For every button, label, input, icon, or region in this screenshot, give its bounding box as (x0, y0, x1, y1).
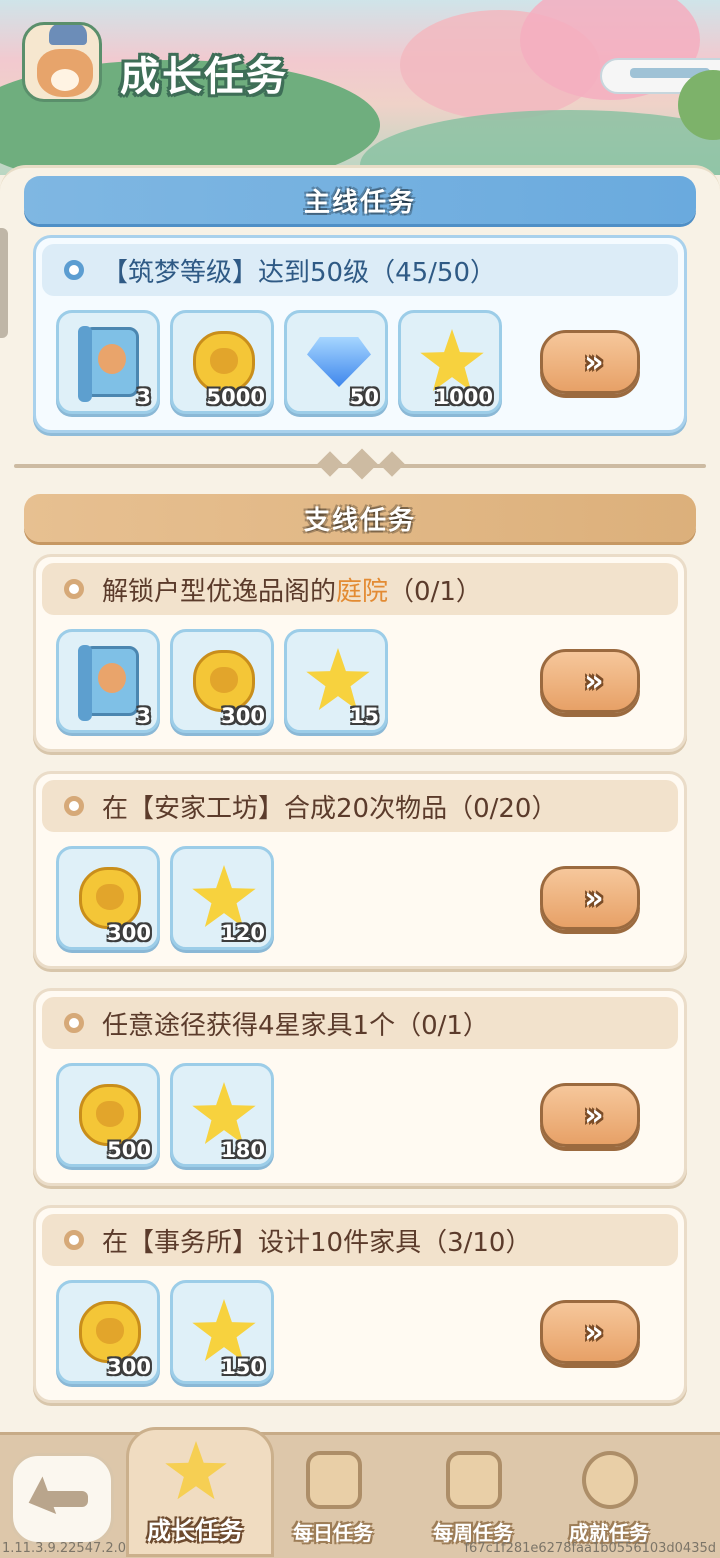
tab-growth-tasks[interactable]: 成长任务 (130, 1441, 260, 1555)
task-title: 在【事务所】设计10件家具（3/10） (102, 1227, 532, 1258)
reward-item[interactable]: 500 (56, 1063, 160, 1167)
diamond-icon (307, 337, 371, 387)
reward-item[interactable]: 5000 (170, 310, 274, 414)
daily-calendar-icon (306, 1451, 362, 1509)
task-title: 在【安家工坊】合成20次物品（0/20） (102, 793, 558, 824)
main-task-banner: 主线任务 (24, 176, 696, 224)
avatar (22, 22, 102, 102)
reward-amount: 3 (136, 385, 151, 409)
star-trophy-icon (165, 1441, 227, 1500)
task-progress: （0/1） (388, 576, 482, 607)
reward-item[interactable]: 3 (56, 629, 160, 733)
cat-coin-icon (79, 1301, 141, 1363)
task-title-bar: 解锁户型优逸品阁的庭院（0/1） (42, 563, 678, 615)
reward-list: 3 5000 50 1000 (56, 310, 502, 414)
back-arrow-icon (36, 1491, 88, 1507)
go-button[interactable]: » (540, 330, 640, 394)
reward-list: 500 180 (56, 1063, 274, 1167)
task-title: 【筑梦等级】达到50级（45/50） (102, 257, 497, 288)
tab-weekly-tasks[interactable]: 每周任务 (408, 1445, 538, 1555)
reward-item[interactable]: 180 (170, 1063, 274, 1167)
achievement-house-icon (582, 1451, 638, 1509)
section-divider (14, 448, 706, 480)
reward-amount: 300 (107, 921, 151, 945)
bullet-icon (64, 260, 84, 280)
cat-coin-icon (193, 331, 255, 393)
task-title-bar: 【筑梦等级】达到50级（45/50） (42, 244, 678, 296)
task-title-bar: 在【事务所】设计10件家具（3/10） (42, 1214, 678, 1266)
reward-amount: 150 (221, 1355, 265, 1379)
hat-icon (49, 25, 87, 45)
build-hash: f67c1f281e6278faa1b0556103d0435d (464, 1541, 716, 1556)
blueprint-book-icon (78, 326, 139, 402)
reward-amount: 50 (349, 385, 379, 409)
side-task-card: 在【事务所】设计10件家具（3/10） 300 150 » (33, 1205, 687, 1403)
bullet-icon (64, 1013, 84, 1033)
bullet-icon (64, 579, 84, 599)
side-task-card: 任意途径获得4星家具1个（0/1） 500 180 » (33, 988, 687, 1186)
task-title: 解锁户型优逸品阁的庭院（0/1） (102, 571, 482, 608)
reward-amount: 500 (107, 1138, 151, 1162)
side-task-card: 在【安家工坊】合成20次物品（0/20） 300 120 » (33, 771, 687, 969)
reward-item[interactable]: 50 (284, 310, 388, 414)
tab-achievement-tasks[interactable]: 成就任务 (544, 1445, 674, 1555)
reward-item[interactable]: 1000 (398, 310, 502, 414)
chevron-right-icon: » (584, 344, 604, 380)
reward-amount: 180 (221, 1138, 265, 1162)
reward-amount: 120 (221, 921, 265, 945)
reward-item[interactable]: 120 (170, 846, 274, 950)
task-title-text: 解锁户型优逸品阁的 (102, 576, 337, 607)
go-button[interactable]: » (540, 866, 640, 930)
cat-coin-icon (79, 1084, 141, 1146)
reward-list: 3 300 15 (56, 629, 388, 733)
reward-item[interactable]: 300 (56, 1280, 160, 1384)
main-task-banner-label: 主线任务 (303, 187, 416, 218)
go-button[interactable]: » (540, 1300, 640, 1364)
side-task-banner-label: 支线任务 (303, 505, 416, 536)
bullet-icon (64, 1230, 84, 1250)
reward-amount: 3 (136, 704, 151, 728)
reward-amount: 1000 (434, 385, 493, 409)
reward-amount: 300 (107, 1355, 151, 1379)
chevron-right-icon: » (584, 1097, 604, 1133)
reward-amount: 15 (349, 704, 379, 728)
version-label: 1.11.3.9.22547.2.0 (2, 1541, 127, 1556)
back-button[interactable] (10, 1453, 114, 1545)
bullet-icon (64, 796, 84, 816)
weekly-calendar-icon (446, 1451, 502, 1509)
page-title: 成长任务 (120, 54, 288, 100)
go-button[interactable]: » (540, 649, 640, 713)
side-task-card: 解锁户型优逸品阁的庭院（0/1） 3 300 15 » (33, 554, 687, 752)
go-button[interactable]: » (540, 1083, 640, 1147)
chevron-right-icon: » (584, 1314, 604, 1350)
task-title-bar: 在【安家工坊】合成20次物品（0/20） (42, 780, 678, 832)
tab-label: 成长任务 (147, 1517, 243, 1545)
reward-item[interactable]: 3 (56, 310, 160, 414)
main-task-card: 【筑梦等级】达到50级（45/50） 3 5000 50 1000 » (33, 235, 687, 433)
reward-amount: 300 (221, 704, 265, 728)
tab-label: 每日任务 (293, 1521, 373, 1545)
header-scenery: 成长任务 (0, 0, 720, 175)
task-title-highlight: 庭院 (336, 576, 389, 607)
reward-item[interactable]: 150 (170, 1280, 274, 1384)
task-title-bar: 任意途径获得4星家具1个（0/1） (42, 997, 678, 1049)
dog-face-icon (37, 49, 93, 97)
blueprint-book-icon (78, 645, 139, 721)
reward-amount: 5000 (206, 385, 265, 409)
reward-item[interactable]: 15 (284, 629, 388, 733)
task-title: 任意途径获得4星家具1个（0/1） (102, 1010, 489, 1041)
reward-item[interactable]: 300 (56, 846, 160, 950)
chevron-right-icon: » (584, 880, 604, 916)
reward-item[interactable]: 300 (170, 629, 274, 733)
tab-daily-tasks[interactable]: 每日任务 (268, 1445, 398, 1555)
chevron-right-icon: » (584, 663, 604, 699)
screen: 成长任务 主线任务 【筑梦等级】达到50级（45/50） 3 5000 50 1… (0, 0, 720, 1558)
scroll-handle[interactable] (0, 228, 8, 338)
cat-coin-icon (193, 650, 255, 712)
bottom-nav: 成长任务 每日任务 每周任务 成就任务 1.11.3.9.22547.2.0 f… (0, 1427, 720, 1558)
reward-list: 300 120 (56, 846, 274, 950)
side-task-banner: 支线任务 (24, 494, 696, 542)
reward-list: 300 150 (56, 1280, 274, 1384)
cat-coin-icon (79, 867, 141, 929)
